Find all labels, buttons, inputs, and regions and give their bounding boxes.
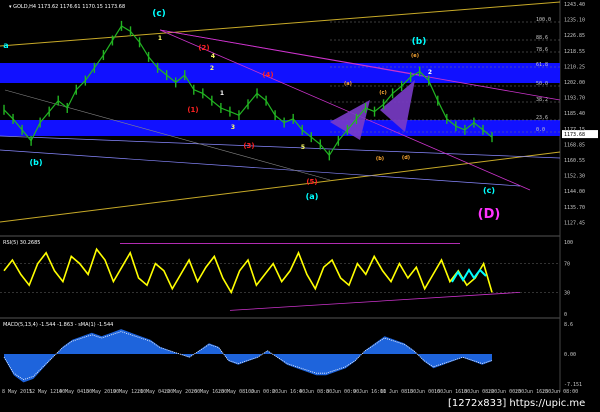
fib-label: 0.0: [536, 127, 545, 133]
date-tick-label: 25 Jun 08:00: [542, 389, 578, 395]
chart-window: 100.0 88.6 78.6 61.8 50.0 38.2 23.6 0.0 1173.68 a…: [0, 0, 600, 412]
price-tick-label: 1127.45: [564, 220, 585, 226]
fib-label: 78.6: [536, 47, 548, 53]
price-tick-label: 1168.85: [564, 142, 585, 148]
wave-label: (c): [152, 9, 166, 19]
rsi-tick-label: 30: [564, 290, 570, 296]
current-price-label: 1173.68: [564, 132, 585, 138]
trend-line: [0, 135, 561, 159]
price-tick-label: 1185.40: [564, 111, 585, 117]
fib-label: 61.8: [536, 62, 548, 68]
wave-label: (a): [306, 192, 319, 201]
trend-line: [0, 149, 521, 187]
price-axis: 1243.40 1235.10 1226.85 1218.55 1210.25 1202.…: [564, 2, 585, 388]
macd-tick-label: 8.6: [564, 322, 573, 328]
wave-label: (b): [412, 37, 427, 47]
wave-label: (c): [483, 186, 495, 195]
magenta-line: [159, 29, 531, 191]
wave-label: 1: [220, 90, 224, 97]
main-header: ▾ GOLD,H4 1173.62 1176.61 1170.15 1173.6…: [9, 4, 125, 10]
price-chart: 100.088.678.661.850.038.223.60.01173.68a…: [0, 0, 598, 409]
wave-label: 4: [211, 53, 215, 60]
price-tick-label: 1177.15: [564, 127, 585, 133]
price-tick-label: 1160.55: [564, 158, 585, 164]
wave-label: (5): [306, 178, 317, 186]
price-tick-label: 1226.85: [564, 33, 585, 39]
price-tick-label: 1135.70: [564, 205, 585, 211]
main-panel: 100.088.678.661.850.038.223.60.01173.68a…: [0, 0, 598, 392]
price-tick-label: 1202.00: [564, 80, 585, 86]
wave-label: 5: [301, 144, 305, 151]
price-tick-label: 1193.70: [564, 96, 585, 102]
price-tick-label: 1235.10: [564, 18, 585, 24]
wave-label: 2: [428, 69, 432, 76]
wave-label: (2): [198, 44, 209, 52]
rsi-tick-label: 70: [564, 262, 570, 268]
wave-label: 3: [231, 124, 235, 131]
wave-label: (a): [344, 81, 352, 87]
rsi-line: [3, 247, 493, 295]
watermark: [1272x833] https://upic.me: [448, 398, 585, 409]
macd-header: MACD(5,13,4) -1.544 -1.863 - sMA(1) -1.5…: [3, 322, 113, 328]
wave-label: (3): [243, 142, 254, 150]
wave-label: (4): [262, 71, 273, 79]
fib-label: 88.6: [536, 35, 548, 41]
rsi-pattern-mark: [451, 268, 487, 283]
date-tick-label: 8 May 2015: [2, 389, 32, 395]
macd-tick-label: -7.151: [564, 382, 582, 388]
price-tick-label: 1243.40: [564, 2, 585, 8]
wave-label: (d): [402, 155, 410, 161]
price-tick-label: 1152.30: [564, 174, 585, 180]
wave-label: (b): [29, 158, 42, 167]
channel-line: [0, 151, 561, 223]
rsi-trend-line: [229, 292, 521, 311]
fib-label: 100.0: [536, 17, 551, 23]
wave-label: 1: [158, 35, 162, 42]
macd-tick-label: 0.00: [564, 352, 576, 358]
fib-label: 23.6: [536, 115, 548, 121]
wave-label: (1): [187, 106, 198, 114]
wave-label: (e): [411, 53, 419, 59]
resistance-zone: [0, 63, 560, 83]
support-zone: [0, 120, 560, 136]
wave-label: a: [3, 41, 8, 50]
wave-label: (D): [478, 207, 501, 222]
date-axis: 8 May 201512 May 12:0014 May 04:0015 May…: [2, 389, 578, 395]
macd-panel: [3, 329, 493, 383]
rsi-tick-label: 0: [564, 312, 567, 318]
rsi-panel: [0, 243, 560, 311]
price-tick-label: 1144.00: [564, 189, 585, 195]
rsi-tick-label: 100: [564, 240, 573, 246]
fib-label: 50.0: [536, 81, 548, 87]
price-tick-label: 1218.55: [564, 49, 585, 55]
wave-label: (b): [376, 156, 384, 162]
wave-label: 2: [210, 65, 214, 72]
rsi-header: RSI(5) 30.2685: [3, 240, 40, 246]
price-tick-label: 1210.25: [564, 64, 585, 70]
wave-label: (c): [379, 90, 387, 96]
